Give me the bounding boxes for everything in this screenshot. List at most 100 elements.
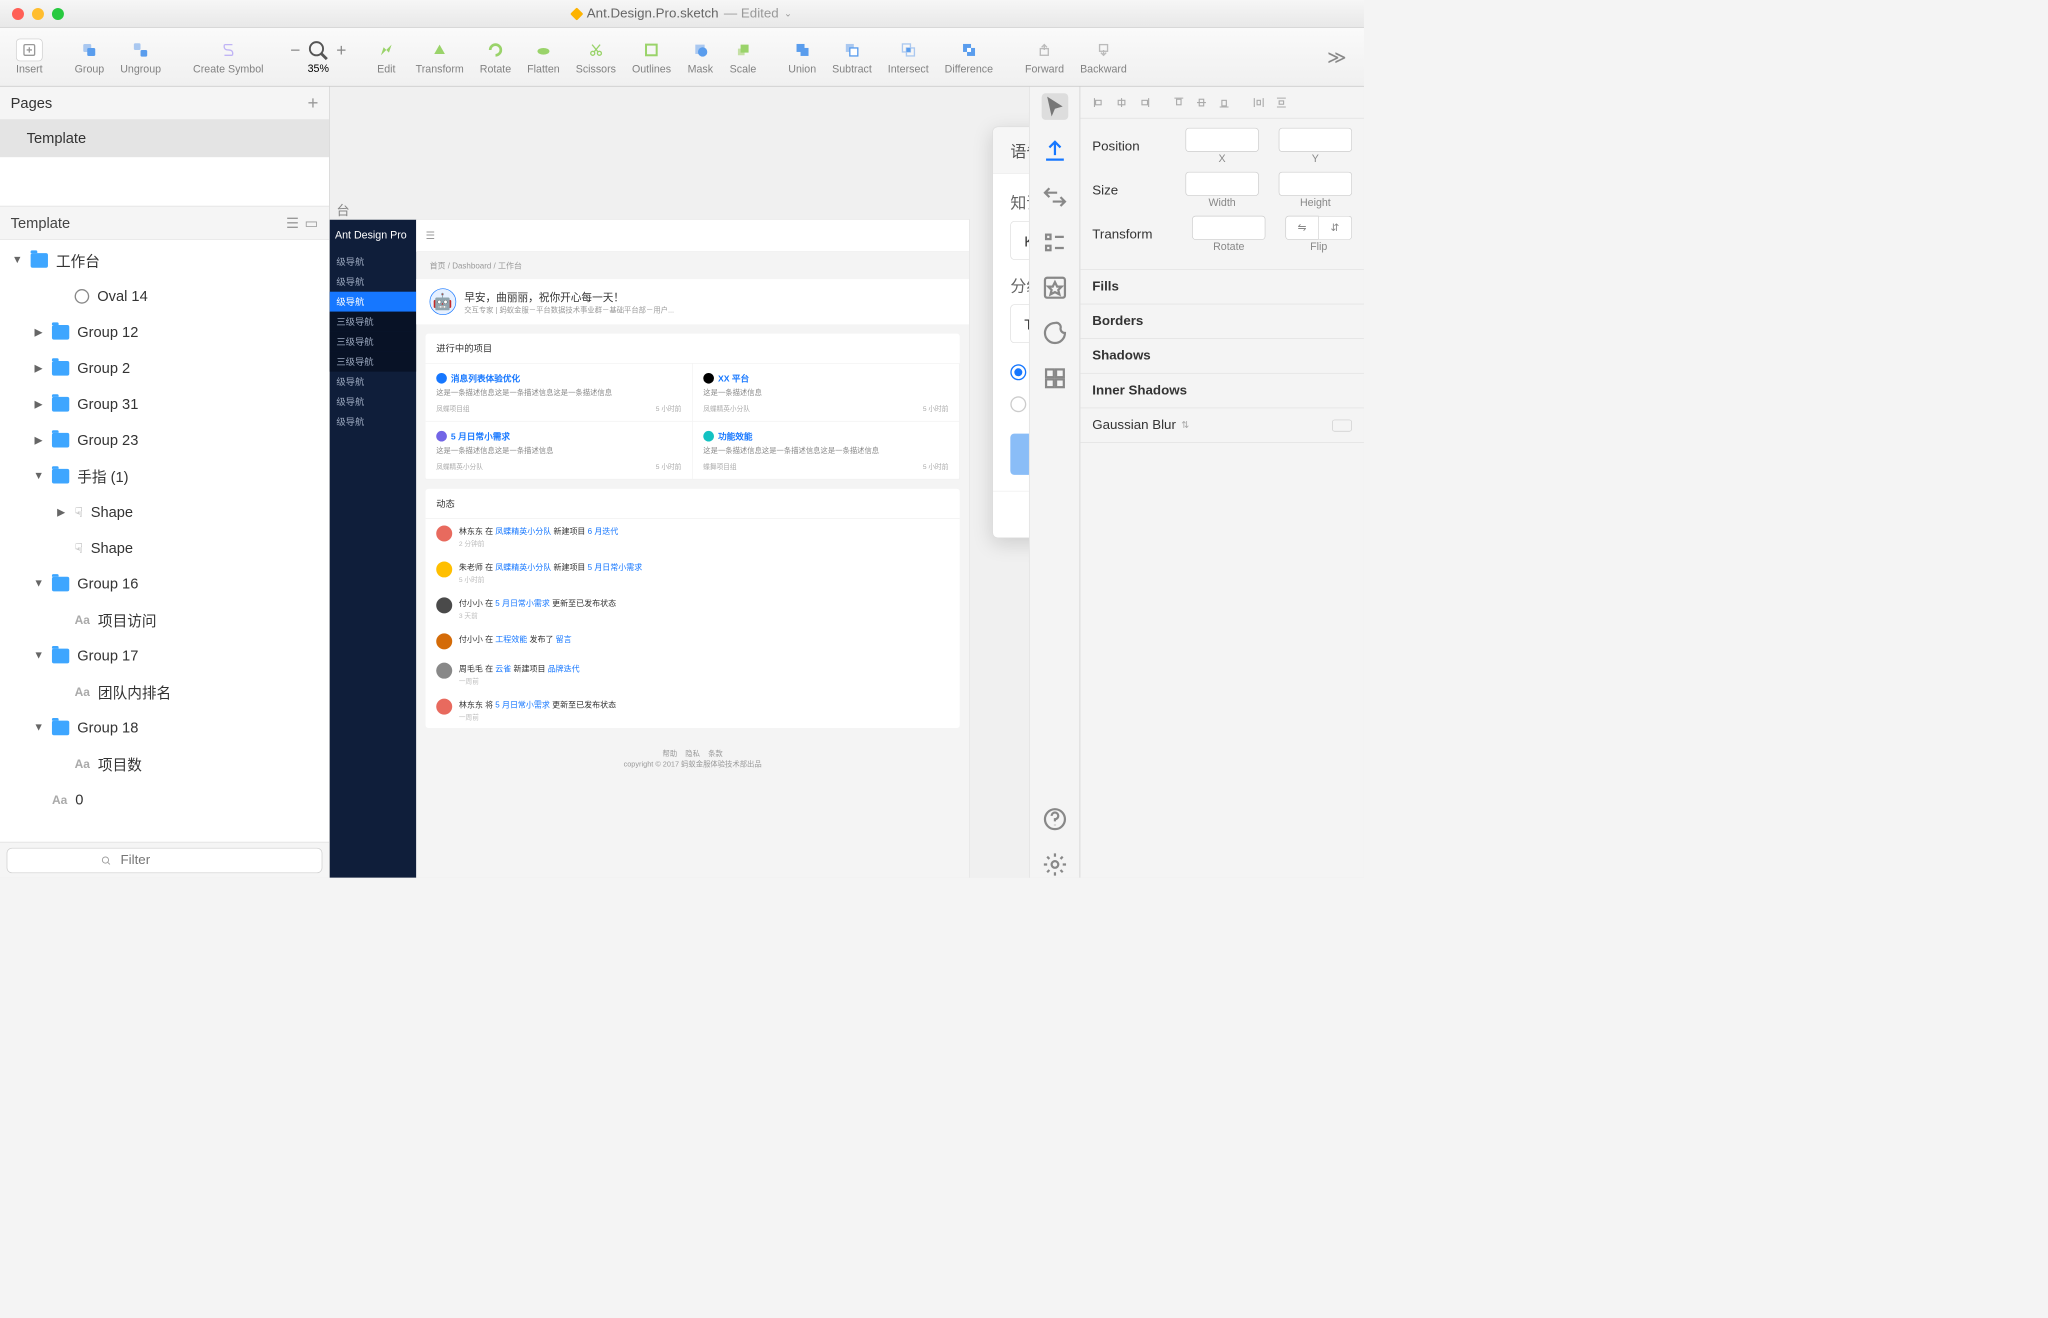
title-chevron-icon[interactable]: ⌄ [784, 8, 792, 19]
outlines-button[interactable]: Outlines [627, 36, 677, 79]
height-input[interactable] [1279, 172, 1352, 196]
plugin-tab-star[interactable] [1041, 274, 1068, 301]
align-center-v-icon[interactable] [1191, 92, 1212, 113]
edit-button[interactable]: Edit [368, 36, 405, 79]
ungroup-button[interactable]: Ungroup [115, 36, 167, 79]
layer-row[interactable]: Aa项目数 [0, 746, 329, 782]
group-button[interactable]: Group [69, 36, 109, 79]
plugin-tab-swap[interactable] [1041, 184, 1068, 211]
radio-all-artboards[interactable]: 当前 Page 所有 Artboards（1） [1010, 388, 1029, 420]
plugin-tab-cursor[interactable] [1041, 93, 1068, 120]
scissors-button[interactable]: Scissors [570, 36, 621, 79]
subtract-button[interactable]: Subtract [827, 36, 877, 79]
radio-selected-artboards[interactable]: 已选择的 Artboards（0） [1010, 356, 1029, 388]
layer-row[interactable]: ▶Group 2 [0, 350, 329, 386]
mask-button[interactable]: Mask [682, 36, 719, 79]
text-icon: Aa [75, 757, 90, 771]
rotate-input[interactable] [1192, 216, 1265, 240]
layer-row[interactable]: Aa0 [0, 782, 329, 818]
layer-row[interactable]: ▼手指 (1) [0, 458, 329, 494]
intersect-button[interactable]: Intersect [882, 36, 934, 79]
backward-button[interactable]: Backward [1075, 36, 1132, 79]
panel-header[interactable]: 语雀 - Artboard 上传 ▶ [993, 127, 1029, 174]
plugin-tab-grid[interactable] [1041, 365, 1068, 392]
group-select[interactable]: Templates 模板页面 ⌄ [1010, 304, 1029, 343]
gaussian-label: Gaussian Blur [1092, 418, 1176, 433]
layers-grid-view-icon[interactable]: ▭ [304, 214, 318, 231]
pages-label: Pages [11, 94, 53, 111]
disclosure-icon[interactable]: ▼ [33, 578, 44, 590]
align-top-icon[interactable] [1168, 92, 1189, 113]
disclosure-icon[interactable]: ▼ [33, 722, 44, 734]
layer-row[interactable]: Aa项目访问 [0, 602, 329, 638]
width-input[interactable] [1185, 172, 1258, 196]
fills-section[interactable]: Fills [1080, 270, 1364, 305]
zoom-out-button[interactable]: − [290, 40, 300, 61]
flip-h-button[interactable]: ⇋ [1285, 216, 1318, 240]
pos-x-input[interactable] [1185, 128, 1258, 152]
add-page-button[interactable]: + [307, 92, 318, 113]
union-button[interactable]: Union [783, 36, 822, 79]
mock-feed-item: 付小小 在 5 月日常小需求 更新至已发布状态3 天前 [426, 591, 960, 627]
panel-footer-link[interactable]: 当前知识库 › [993, 491, 1029, 538]
borders-section[interactable]: Borders [1080, 304, 1364, 339]
zoom-in-button[interactable]: + [336, 40, 346, 61]
blur-toggle[interactable] [1332, 419, 1352, 431]
artboard[interactable]: Ant Design Pro 级导航级导航级导航三级导航三级导航三级导航级导航级… [330, 220, 969, 878]
difference-button[interactable]: Difference [939, 36, 998, 79]
align-left-icon[interactable] [1088, 92, 1109, 113]
layer-row[interactable]: ☟Shape [0, 530, 329, 566]
gaussian-blur-section[interactable]: Gaussian Blur ⇅ [1080, 408, 1364, 443]
layer-row[interactable]: Oval 14 [0, 278, 329, 314]
shadows-section[interactable]: Shadows [1080, 339, 1364, 374]
toolbar-overflow-button[interactable]: ≫ [1327, 46, 1353, 68]
layer-row[interactable]: ▼Group 17 [0, 638, 329, 674]
disclosure-icon[interactable]: ▶ [33, 362, 44, 375]
disclosure-icon[interactable]: ▶ [33, 326, 44, 339]
plugin-tab-upload[interactable] [1041, 139, 1068, 166]
layer-row[interactable]: ▶Group 31 [0, 386, 329, 422]
zoom-control[interactable]: − + 35% [290, 39, 346, 75]
upload-button[interactable]: 上 传 [1010, 434, 1029, 475]
disclosure-icon[interactable]: ▼ [12, 254, 23, 266]
layer-row[interactable]: ▼Group 16 [0, 566, 329, 602]
forward-button[interactable]: Forward [1020, 36, 1070, 79]
layer-row[interactable]: Aa团队内排名 [0, 674, 329, 710]
distribute-v-icon[interactable] [1271, 92, 1292, 113]
scale-button[interactable]: Scale [724, 36, 761, 79]
align-right-icon[interactable] [1134, 92, 1155, 113]
transform-button[interactable]: Transform [410, 36, 469, 79]
layer-row[interactable]: ▶☟Shape [0, 494, 329, 530]
rotate-button[interactable]: Rotate [474, 36, 516, 79]
page-item[interactable]: Template [0, 120, 329, 157]
align-center-h-icon[interactable] [1111, 92, 1132, 113]
insert-button[interactable]: Insert [11, 36, 48, 79]
inner-shadows-section[interactable]: Inner Shadows [1080, 374, 1364, 409]
align-bottom-icon[interactable] [1213, 92, 1234, 113]
layer-row[interactable]: ▶ Group 23 [0, 422, 329, 458]
plugin-tab-help[interactable] [1041, 806, 1068, 833]
layer-row[interactable]: ▶Group 12 [0, 314, 329, 350]
artboard-name-label[interactable]: 台 [336, 200, 349, 219]
distribute-h-icon[interactable] [1248, 92, 1269, 113]
layer-row[interactable]: ▼工作台 [0, 242, 329, 278]
flip-v-button[interactable]: ⇵ [1319, 216, 1352, 240]
disclosure-icon[interactable]: ▶ [33, 434, 44, 447]
blur-type-dropdown-icon[interactable]: ⇅ [1181, 420, 1189, 431]
create-symbol-button[interactable]: Create Symbol [188, 36, 269, 79]
layer-row[interactable]: ▼Group 18 [0, 710, 329, 746]
flatten-button[interactable]: Flatten [522, 36, 565, 79]
disclosure-icon[interactable]: ▼ [33, 470, 44, 482]
layers-list-view-icon[interactable]: ☰ [286, 214, 299, 231]
disclosure-icon[interactable]: ▶ [33, 398, 44, 411]
filter-input[interactable] [7, 847, 323, 872]
plugin-tab-settings[interactable] [1041, 851, 1068, 878]
canvas[interactable]: 台 Ant Design Pro 级导航级导航级导航三级导航三级导航三级导航级导… [330, 87, 1029, 878]
plugin-tab-palette[interactable] [1041, 320, 1068, 347]
disclosure-icon[interactable]: ▼ [33, 650, 44, 662]
pos-y-input[interactable] [1279, 128, 1352, 152]
kb-select[interactable]: Kitchen / 测试 ⌄ [1010, 221, 1029, 260]
disclosure-icon[interactable]: ▶ [56, 505, 67, 518]
layer-name: Group 23 [77, 432, 138, 449]
plugin-tab-list[interactable] [1041, 229, 1068, 256]
